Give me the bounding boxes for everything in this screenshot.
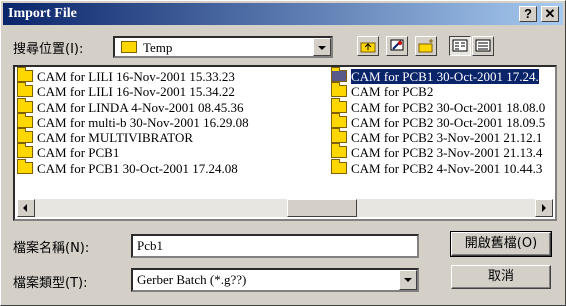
list-item[interactable]: CAM for PCB2 30-Oct-2001 18.08.0 [331,97,545,115]
folder-icon [331,67,347,82]
folder-icon [17,82,33,98]
file-list[interactable]: CAM for LILI 16-Nov-2001 15.33.23 CAM fo… [13,65,557,221]
folder-icon [17,143,33,159]
window-title: Import File [8,6,77,21]
list-item[interactable]: CAM for LILI 16-Nov-2001 15.33.23 [17,67,249,84]
list-item[interactable]: CAM for PCB2 4-Nov-2001 10.44.3 [331,158,545,176]
folder-icon [331,112,347,128]
look-in-label: 搜尋位置(I): [13,42,84,57]
details-view-icon[interactable] [472,36,494,56]
list-item[interactable]: CAM for LILI 16-Nov-2001 15.34.22 [17,82,249,99]
scroll-left-icon[interactable] [17,199,35,217]
new-folder-icon[interactable] [415,36,437,56]
list-item[interactable]: CAM for PCB2 30-Oct-2001 18.09.5 [331,112,545,130]
horizontal-scrollbar[interactable] [17,199,553,217]
list-item[interactable]: CAM for multi-b 30-Nov-2001 16.29.08 [17,112,249,130]
list-item[interactable]: CAM for MULTIVIBRATOR [17,128,249,145]
chevron-down-icon[interactable] [313,38,331,56]
folder-icon [17,67,33,82]
look-in-value: Temp [143,40,173,55]
folder-icon [17,158,33,174]
filename-label: 檔案名稱(N): [13,241,90,256]
folder-icon [17,112,33,128]
list-view-icon[interactable] [449,36,471,56]
title-bar[interactable]: Import File ? ✕ [3,3,563,25]
folder-icon [17,97,33,113]
file-list-left-column: CAM for LILI 16-Nov-2001 15.33.23 CAM fo… [17,67,249,176]
list-item[interactable]: CAM for PCB2 [331,82,545,99]
list-item[interactable]: CAM for PCB2 3-Nov-2001 21.13.4 [331,143,545,160]
folder-icon [331,143,347,159]
chevron-down-icon[interactable] [399,270,417,290]
folder-icon [331,128,347,144]
folder-icon [331,158,347,174]
up-folder-icon[interactable] [357,36,379,56]
cancel-button[interactable]: 取消 [451,265,551,289]
file-list-right-column: CAM for PCB1 30-Oct-2001 17.24. CAM for … [331,67,545,176]
list-item[interactable]: CAM for LINDA 4-Nov-2001 08.45.36 [17,97,249,115]
scroll-right-icon[interactable] [535,199,553,217]
open-button[interactable]: 開啟舊檔(O) [450,231,552,257]
folder-icon [331,97,347,113]
import-file-dialog: Import File ? ✕ 搜尋位置(I): Temp CAM for LI… [0,0,566,306]
folder-icon [121,41,137,53]
close-button[interactable]: ✕ [541,6,559,22]
list-item[interactable]: CAM for PCB1 [17,143,249,160]
look-in-dropdown[interactable]: Temp [113,36,333,58]
list-item[interactable]: CAM for PCB2 3-Nov-2001 21.12.1 [331,128,545,145]
desktop-icon[interactable] [386,36,408,56]
filetype-dropdown[interactable]: Gerber Batch (*.g??) [131,268,419,292]
scroll-thumb[interactable] [287,199,357,217]
list-item[interactable]: CAM for PCB1 30-Oct-2001 17.24.08 [17,158,249,176]
filename-input[interactable]: Pcb1 [131,234,419,258]
list-item-selected[interactable]: CAM for PCB1 30-Oct-2001 17.24. [331,67,545,85]
folder-icon [331,82,347,98]
filetype-label: 檔案類型(T): [13,276,88,291]
help-button[interactable]: ? [519,6,537,22]
folder-icon [17,128,33,144]
